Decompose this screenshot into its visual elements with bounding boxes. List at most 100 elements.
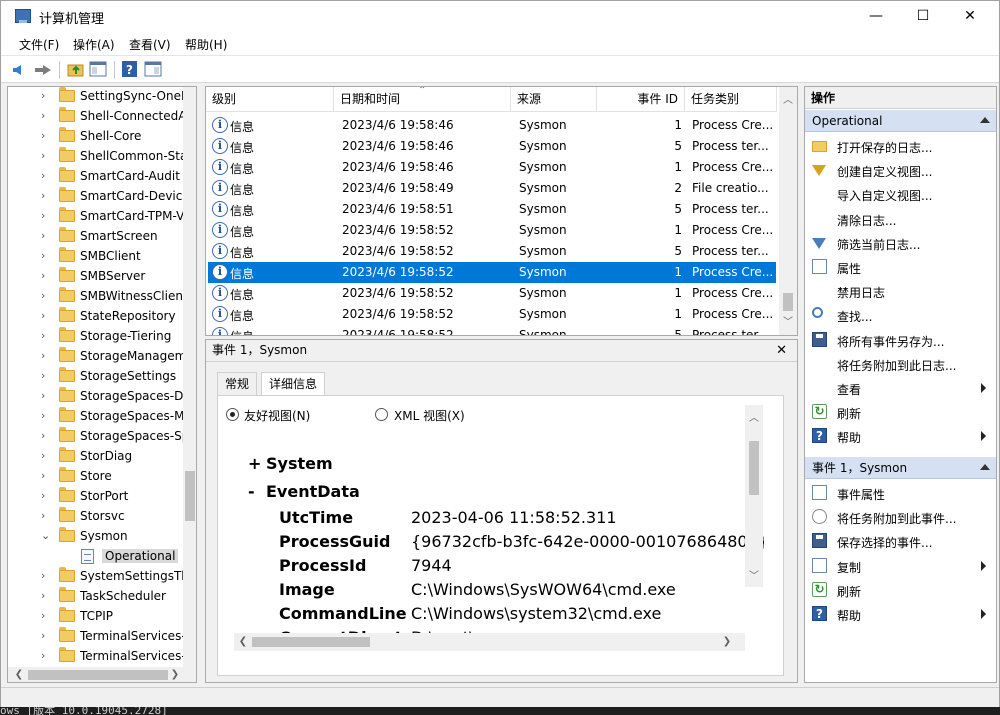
up-one-level-button[interactable] [67, 60, 87, 80]
back-button[interactable] [11, 60, 31, 80]
xml-view-label[interactable]: XML 视图(X) [394, 407, 465, 424]
event-list-scrollbar[interactable]: ︿ ﹀ [779, 87, 797, 335]
console-tree[interactable]: › SettingSync-OneDr › Shell-ConnectedAc › She… [7, 86, 197, 683]
tree-item[interactable]: Operational [8, 547, 184, 567]
action-item[interactable]: 禁用日志 [805, 279, 996, 303]
tree-item[interactable]: › StorageSpaces-Sp [8, 427, 184, 447]
action-item[interactable]: 将任务附加到此事件... [805, 505, 996, 529]
tree-item[interactable]: › StorPort [8, 487, 184, 507]
chevron-right-icon[interactable]: › [41, 389, 45, 402]
tree-item[interactable]: › TerminalServices- [8, 627, 184, 647]
action-item[interactable]: 属性 [805, 255, 996, 279]
tab-details[interactable]: 详细信息 [261, 372, 326, 396]
chevron-right-icon[interactable]: › [41, 449, 45, 462]
tree-item[interactable]: › SmartCard-TPM-V [8, 207, 184, 227]
action-item[interactable]: 保存选择的事件... [805, 529, 996, 553]
scroll-left-arrow-icon[interactable]: ❮ [236, 636, 250, 647]
chevron-right-icon[interactable]: › [41, 369, 45, 382]
event-row[interactable]: i信息 2023/4/6 19:58:52 Sysmon Process ter...… [208, 241, 776, 262]
tree-item[interactable]: › Storage-Tiering [8, 327, 184, 347]
chevron-right-icon[interactable]: › [41, 269, 45, 282]
action-item[interactable]: 事件属性 [805, 481, 996, 505]
xml-view-radio[interactable] [375, 408, 388, 421]
action-item[interactable]: ? 帮助 [805, 424, 996, 448]
menu-file[interactable]: 文件(F) [19, 36, 59, 53]
xml-horizontal-scrollbar[interactable]: ❮ ❯ [234, 633, 745, 651]
forward-button[interactable] [33, 60, 53, 80]
event-row[interactable]: i 信息 2023/4/6 19:58:49 Sysmon File creatio..… [208, 178, 776, 199]
chevron-right-icon[interactable]: › [41, 169, 45, 182]
event-list[interactable]: 级别 日期和时间 ⌃ 来源 事件 ID 任务类别 i 信息 2023/4/6 19:… [205, 86, 798, 336]
menu-action[interactable]: 操作(A) [73, 36, 115, 53]
tree-item[interactable]: › StorageSpaces-D [8, 387, 184, 407]
scroll-right-arrow-icon[interactable]: ❯ [720, 636, 734, 647]
chevron-right-icon[interactable]: › [41, 89, 45, 102]
close-detail-icon[interactable]: ✕ [776, 340, 787, 361]
chevron-right-icon[interactable]: › [41, 629, 45, 642]
action-item[interactable]: 创建自定义视图... [805, 158, 996, 182]
action-item[interactable]: 将所有事件另存为... [805, 328, 996, 352]
action-item[interactable]: 打开保存的日志... [805, 134, 996, 158]
action-item[interactable]: 复制 [805, 554, 996, 578]
maximize-button[interactable]: ☐ [900, 1, 946, 32]
tree-item[interactable]: › SMBClient [8, 247, 184, 267]
action-item[interactable]: 将任务附加到此日志... [805, 352, 996, 376]
close-button[interactable]: ✕ [947, 1, 993, 32]
chevron-right-icon[interactable]: › [41, 289, 45, 302]
tree-item[interactable]: › SmartCard-Audit [8, 167, 184, 187]
chevron-right-icon[interactable]: › [41, 409, 45, 422]
action-item[interactable]: 导入自定义视图... [805, 182, 996, 206]
column-level[interactable]: 级别 [206, 87, 334, 112]
tree-item[interactable]: › StateRepository [8, 307, 184, 327]
tree-item[interactable]: › ShellCommon-Sta [8, 147, 184, 167]
menu-view[interactable]: 查看(V) [129, 36, 171, 53]
chevron-right-icon[interactable]: › [41, 229, 45, 242]
chevron-right-icon[interactable]: › [41, 349, 45, 362]
action-item[interactable]: 查找... [805, 303, 996, 327]
tree-item[interactable]: › TaskScheduler [8, 587, 184, 607]
chevron-right-icon[interactable]: › [41, 469, 45, 482]
actions-section-operational[interactable]: Operational [805, 110, 996, 132]
tree-item[interactable]: › SmartScreen [8, 227, 184, 247]
action-item[interactable]: ? 帮助 [805, 602, 996, 626]
column-task-category[interactable]: 任务类别 [685, 87, 777, 112]
event-list-scroll-thumb[interactable] [783, 293, 793, 311]
collapse-eventdata-toggle[interactable]: - [248, 482, 255, 501]
scroll-up-arrow-icon[interactable]: ︿ [747, 409, 761, 424]
collapse-up-icon[interactable] [980, 464, 990, 470]
chevron-right-icon[interactable]: › [41, 149, 45, 162]
scroll-down-arrow-icon[interactable]: ﹀ [781, 313, 795, 328]
chevron-right-icon[interactable]: › [41, 329, 45, 342]
scroll-right-arrow-icon[interactable]: ❯ [168, 669, 182, 680]
chevron-right-icon[interactable]: › [41, 249, 45, 262]
event-row[interactable]: i 信息 2023/4/6 19:58:52 Sysmon Process Cre...… [208, 262, 776, 283]
chevron-right-icon[interactable]: › [41, 509, 45, 522]
tree-item[interactable]: › StorageSpaces-M [8, 407, 184, 427]
event-row[interactable]: i 信息 2023/4/6 19:58:46 Sysmon Process Cre...… [208, 115, 776, 136]
show-hide-action-pane-button[interactable] [144, 60, 164, 80]
scroll-up-arrow-icon[interactable]: ︿ [781, 91, 795, 106]
chevron-right-icon[interactable]: › [41, 189, 45, 202]
collapse-up-icon[interactable] [980, 117, 990, 123]
tree-vertical-scrollbar[interactable] [183, 87, 196, 667]
event-row[interactable]: i 信息 2023/4/6 19:58:46 Sysmon Process Cre...… [208, 157, 776, 178]
tab-general[interactable]: 常规 [217, 372, 258, 396]
tree-item[interactable]: › SmartCard-Device [8, 187, 184, 207]
chevron-right-icon[interactable]: › [41, 489, 45, 502]
chevron-right-icon[interactable]: › [41, 569, 45, 582]
action-item[interactable]: ↻ 刷新 [805, 400, 996, 424]
chevron-right-icon[interactable]: › [41, 429, 45, 442]
tree-item[interactable]: › Shell-ConnectedAc [8, 107, 184, 127]
tree-item[interactable]: › Storsvc [8, 507, 184, 527]
xml-vertical-scrollbar[interactable]: ︿ ﹀ [745, 405, 763, 587]
action-item[interactable]: 清除日志... [805, 207, 996, 231]
event-row[interactable]: i 信息 2023/4/6 19:58:52 Sysmon Process Cre...… [208, 304, 776, 325]
friendly-view-radio[interactable] [226, 408, 239, 421]
help-button[interactable]: ? [121, 60, 141, 80]
event-row[interactable]: i信息 2023/4/6 19:58:52 Sysmon Process ter...… [208, 325, 776, 335]
tree-hscroll-thumb[interactable] [28, 670, 168, 680]
title-bar[interactable]: 计算机管理 — ☐ ✕ [1, 1, 999, 32]
tree-item[interactable]: › StorDiag [8, 447, 184, 467]
event-row[interactable]: i 信息 2023/4/6 19:58:52 Sysmon Process Cre...… [208, 220, 776, 241]
chevron-down-icon[interactable]: ⌄ [41, 529, 50, 542]
